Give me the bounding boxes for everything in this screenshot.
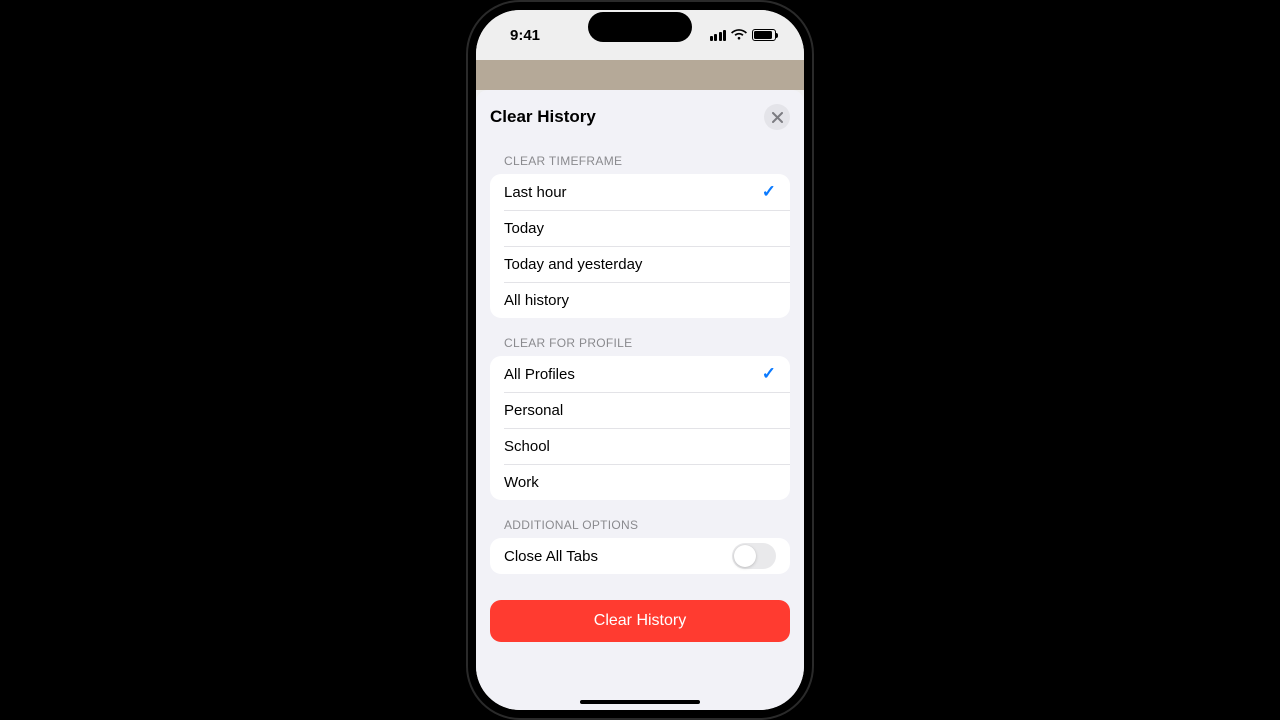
status-right: [710, 29, 777, 41]
background-toolbar: [476, 60, 804, 90]
status-time: 9:41: [510, 27, 540, 44]
profile-option-all[interactable]: All Profiles ✓: [490, 356, 790, 392]
option-label: Work: [504, 474, 539, 491]
phone-frame: 9:41 Clear History CLEAR TIMEFRAME: [466, 0, 814, 720]
section-label-additional: ADDITIONAL OPTIONS: [490, 500, 790, 538]
checkmark-icon: ✓: [762, 364, 776, 384]
checkmark-icon: ✓: [762, 182, 776, 202]
option-label: Today and yesterday: [504, 256, 642, 273]
screen: 9:41 Clear History CLEAR TIMEFRAME: [476, 10, 804, 710]
option-label: Personal: [504, 402, 563, 419]
timeframe-option-last-hour[interactable]: Last hour ✓: [490, 174, 790, 210]
clear-history-button[interactable]: Clear History: [490, 600, 790, 642]
section-label-profile: CLEAR FOR PROFILE: [490, 318, 790, 356]
profile-option-personal[interactable]: Personal: [490, 392, 790, 428]
home-indicator[interactable]: [580, 700, 700, 704]
section-label-timeframe: CLEAR TIMEFRAME: [490, 140, 790, 174]
sheet-body: CLEAR TIMEFRAME Last hour ✓ Today Today …: [476, 140, 804, 710]
sheet-header: Clear History: [476, 90, 804, 140]
additional-group: Close All Tabs: [490, 538, 790, 574]
dynamic-island: [588, 12, 692, 42]
close-button[interactable]: [764, 104, 790, 130]
profile-option-work[interactable]: Work: [490, 464, 790, 500]
option-label: All history: [504, 292, 569, 309]
close-all-tabs-row[interactable]: Close All Tabs: [490, 538, 790, 574]
timeframe-group: Last hour ✓ Today Today and yesterday Al…: [490, 174, 790, 318]
close-icon: [772, 112, 783, 123]
profile-group: All Profiles ✓ Personal School Work: [490, 356, 790, 500]
wifi-icon: [731, 29, 747, 41]
close-all-tabs-toggle[interactable]: [732, 543, 776, 569]
sheet-title: Clear History: [490, 107, 596, 127]
option-label: Last hour: [504, 184, 567, 201]
timeframe-option-today[interactable]: Today: [490, 210, 790, 246]
option-label: School: [504, 438, 550, 455]
clear-history-sheet: Clear History CLEAR TIMEFRAME Last hour …: [476, 90, 804, 710]
option-label: Today: [504, 220, 544, 237]
option-label: All Profiles: [504, 366, 575, 383]
close-tabs-label: Close All Tabs: [504, 548, 598, 565]
cellular-signal-icon: [710, 30, 727, 41]
profile-option-school[interactable]: School: [490, 428, 790, 464]
timeframe-option-today-yesterday[interactable]: Today and yesterday: [490, 246, 790, 282]
battery-icon: [752, 29, 776, 41]
timeframe-option-all-history[interactable]: All history: [490, 282, 790, 318]
